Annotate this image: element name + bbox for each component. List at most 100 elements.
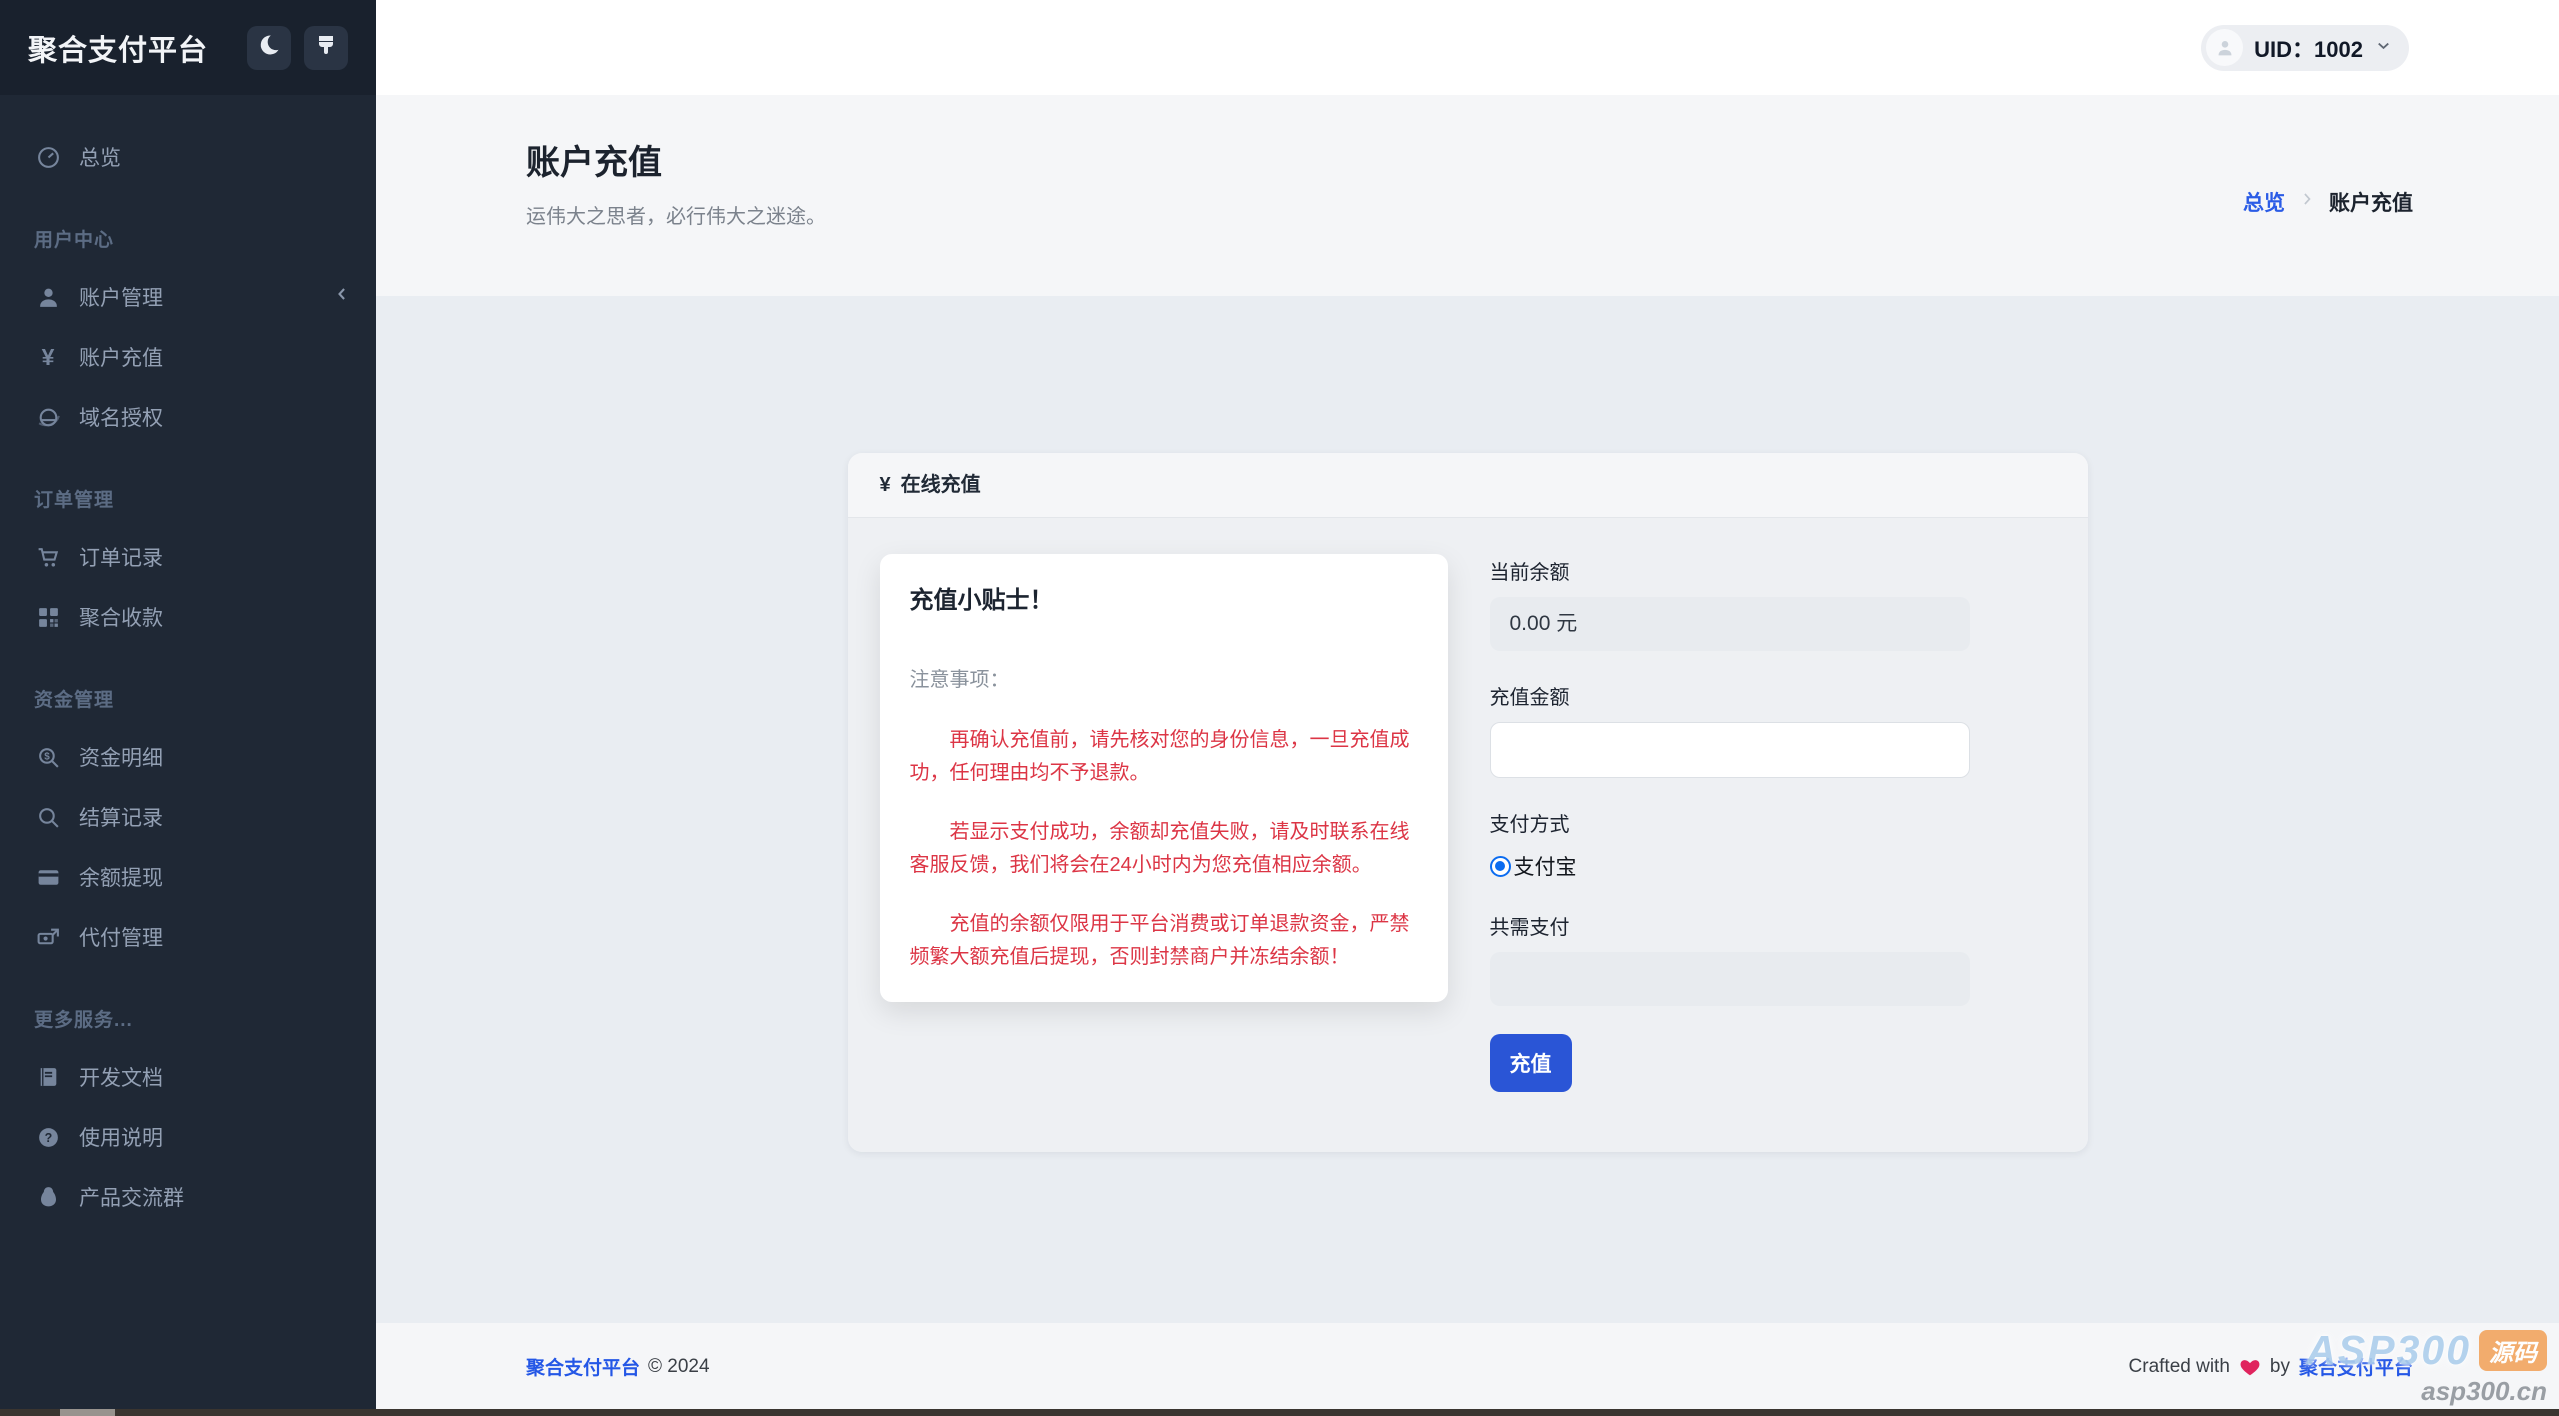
question-circle-icon: ? — [34, 1123, 62, 1151]
money-transfer-icon — [34, 923, 62, 951]
alipay-radio-option[interactable]: 支付宝 — [1490, 851, 1970, 881]
alipay-label: 支付宝 — [1514, 851, 1577, 881]
balance-label: 当前余额 — [1490, 556, 1970, 585]
content-area: ¥ 在线充值 充值小贴士！ 注意事项： 再确认充值前，请先核对您的身份信息，一旦充… — [376, 296, 2559, 1323]
sidebar-item-order-records[interactable]: 订单记录 — [0, 527, 376, 587]
yen-icon: ¥ — [880, 474, 891, 496]
sidebar-item-payout-management[interactable]: 代付管理 — [0, 907, 376, 967]
sidebar-item-balance-withdrawal[interactable]: 余额提现 — [0, 847, 376, 907]
chevron-right-icon — [2297, 189, 2317, 215]
footer-copyright: 聚合支付平台 © 2024 — [526, 1353, 710, 1380]
sidebar-item-product-group[interactable]: 产品交流群 — [0, 1167, 376, 1227]
globe-e-icon — [34, 403, 62, 431]
gauge-icon — [34, 143, 62, 171]
qrcode-icon — [34, 603, 62, 631]
page-header: 账户充值 运伟大之思者，必行伟大之迷途。 总览 账户充值 — [376, 95, 2559, 296]
sidebar-section-fund-management: 资金管理 — [34, 675, 376, 727]
card-header: ¥ 在线充值 — [848, 453, 2088, 518]
recharge-form: 当前余额 0.00 元 充值金额 支付方式 支付宝 共需支付 充值 — [1490, 554, 1970, 1092]
sidebar-item-account-management[interactable]: 账户管理 — [0, 267, 376, 327]
card-body: 充值小贴士！ 注意事项： 再确认充值前，请先核对您的身份信息，一旦充值成功，任何… — [848, 518, 2088, 1152]
sidebar-section-user-center: 用户中心 — [34, 215, 376, 267]
svg-text:?: ? — [44, 1130, 52, 1144]
sidebar-item-aggregated-collection[interactable]: 聚合收款 — [0, 587, 376, 647]
theme-brush-button[interactable] — [304, 26, 348, 70]
dark-mode-toggle-button[interactable] — [247, 26, 291, 70]
sidebar-item-label: 总览 — [79, 142, 121, 172]
sidebar-item-account-recharge[interactable]: ¥ 账户充值 — [0, 327, 376, 387]
sidebar-item-label: 订单记录 — [79, 542, 163, 572]
payment-method-label: 支付方式 — [1490, 808, 1970, 837]
qq-penguin-icon — [34, 1183, 62, 1211]
tips-paragraph: 若显示支付成功，余额却充值失败，请及时联系在线客服反馈，我们将会在24小时内为您… — [910, 816, 1418, 882]
bottom-strip-segment — [60, 1409, 115, 1416]
sidebar-logo-bar: 聚合支付平台 — [0, 0, 376, 95]
sidebar: 聚合支付平台 总览 用户中心 账户管理 — [0, 0, 376, 1416]
sidebar-item-usage-guide[interactable]: ? 使用说明 — [0, 1107, 376, 1167]
sidebar-item-label: 资金明细 — [79, 742, 163, 772]
uid-label: UID：1002 — [2254, 32, 2363, 64]
sidebar-item-label: 域名授权 — [79, 402, 163, 432]
yen-icon: ¥ — [34, 343, 62, 371]
amount-label: 充值金额 — [1490, 681, 1970, 710]
brand-title: 聚合支付平台 — [28, 27, 208, 69]
sidebar-item-overview[interactable]: 总览 — [0, 127, 376, 187]
online-recharge-card: ¥ 在线充值 充值小贴士！ 注意事项： 再确认充值前，请先核对您的身份信息，一旦充… — [848, 453, 2088, 1152]
topbar: UID：1002 — [376, 0, 2559, 95]
main-area: UID：1002 账户充值 运伟大之思者，必行伟大之迷途。 总览 账户充值 ¥ 在… — [376, 0, 2559, 1416]
sidebar-item-label: 使用说明 — [79, 1122, 163, 1152]
radio-selected-icon[interactable] — [1490, 856, 1511, 877]
tips-paragraph: 再确认充值前，请先核对您的身份信息，一旦充值成功，任何理由均不予退款。 — [910, 724, 1418, 790]
breadcrumb-current: 账户充值 — [2329, 187, 2413, 217]
avatar — [2206, 29, 2243, 66]
chevron-left-icon — [332, 284, 352, 310]
search-icon — [34, 803, 62, 831]
amount-input[interactable] — [1490, 722, 1970, 778]
total-display — [1490, 952, 1970, 1006]
sidebar-item-label: 结算记录 — [79, 802, 163, 832]
sidebar-nav: 总览 用户中心 账户管理 ¥ 账户充值 域名授权 订单管理 — [0, 95, 376, 1227]
book-icon — [34, 1063, 62, 1091]
sidebar-item-label: 代付管理 — [79, 922, 163, 952]
total-label: 共需支付 — [1490, 911, 1970, 940]
sidebar-item-dev-docs[interactable]: 开发文档 — [0, 1047, 376, 1107]
sidebar-item-label: 账户充值 — [79, 342, 163, 372]
breadcrumb-home-link[interactable]: 总览 — [2243, 187, 2285, 217]
breadcrumb: 总览 账户充值 — [2243, 187, 2413, 217]
watermark-domain: asp300.cn — [2306, 1376, 2547, 1407]
footer: 聚合支付平台 © 2024 Crafted with by 聚合支付平台 ASP… — [376, 1323, 2559, 1410]
watermark-badge: 源码 — [2479, 1330, 2547, 1371]
recharge-submit-button[interactable]: 充值 — [1490, 1034, 1572, 1092]
moon-icon — [257, 33, 281, 62]
card-title: 在线充值 — [901, 474, 981, 496]
crafted-brand-link[interactable]: 聚合支付平台 — [2299, 1353, 2413, 1380]
brush-icon — [314, 33, 338, 62]
sidebar-section-more-services: 更多服务... — [34, 995, 376, 1047]
svg-text:$: $ — [44, 751, 50, 762]
sidebar-section-order-management: 订单管理 — [34, 475, 376, 527]
sidebar-item-label: 聚合收款 — [79, 602, 163, 632]
crafted-by: by — [2270, 1356, 2290, 1378]
heart-icon — [2239, 1356, 2261, 1378]
tips-title: 充值小贴士！ — [910, 580, 1418, 615]
recharge-tips-card: 充值小贴士！ 注意事项： 再确认充值前，请先核对您的身份信息，一旦充值成功，任何… — [880, 554, 1448, 1002]
sidebar-item-label: 产品交流群 — [79, 1182, 184, 1212]
sidebar-item-fund-details[interactable]: $ 资金明细 — [0, 727, 376, 787]
balance-display: 0.00 元 — [1490, 597, 1970, 651]
sidebar-item-label: 账户管理 — [79, 282, 163, 312]
user-menu-button[interactable]: UID：1002 — [2201, 25, 2409, 71]
footer-brand-link[interactable]: 聚合支付平台 — [526, 1353, 640, 1380]
credit-card-icon — [34, 863, 62, 891]
footer-crafted: Crafted with by 聚合支付平台 — [2129, 1353, 2413, 1380]
footer-copyright-text: © 2024 — [648, 1356, 710, 1378]
search-dollar-icon: $ — [34, 743, 62, 771]
cart-icon — [34, 543, 62, 571]
chevron-down-icon — [2374, 36, 2393, 60]
crafted-prefix: Crafted with — [2129, 1356, 2230, 1378]
sidebar-item-label: 开发文档 — [79, 1062, 163, 1092]
tips-note: 注意事项： — [910, 663, 1418, 692]
sidebar-item-settlement-records[interactable]: 结算记录 — [0, 787, 376, 847]
user-icon — [34, 283, 62, 311]
sidebar-item-domain-auth[interactable]: 域名授权 — [0, 387, 376, 447]
page-title: 账户充值 — [526, 135, 2559, 184]
